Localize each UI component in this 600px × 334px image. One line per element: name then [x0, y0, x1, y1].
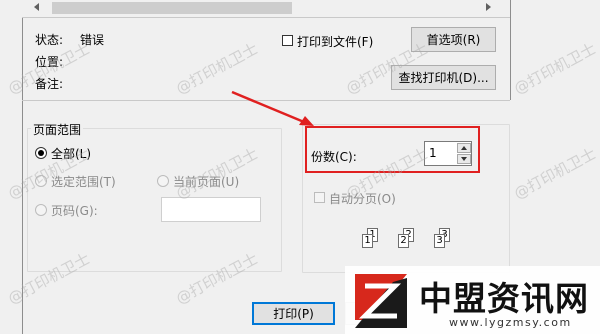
preferences-button-label: 首选项(R) [426, 33, 481, 47]
logo-name: 中盟资讯网 [419, 279, 589, 318]
collate-page-front: 3 [434, 234, 445, 248]
scroll-left-icon[interactable] [34, 3, 39, 11]
printer-list-scrollbar[interactable] [22, 0, 510, 18]
find-printer-button-label: 查找打印机(D)... [398, 71, 489, 85]
status-label: 状态: [35, 33, 64, 47]
site-logo: 中盟资讯网 www.lygzmsy.com [345, 266, 600, 334]
pages-input[interactable] [161, 197, 261, 222]
print-button-label: 打印(P) [273, 307, 314, 321]
red-arrow-icon [231, 90, 314, 126]
print-to-file-label[interactable]: 打印到文件(F) [297, 33, 373, 50]
collate-page-front: 2 [398, 234, 409, 248]
collate-page-front: 1 [362, 234, 373, 248]
page-range-legend: 页面范围 [31, 121, 84, 138]
scroll-right-icon[interactable] [486, 3, 491, 11]
current-page-radio[interactable] [157, 175, 169, 187]
pages-radio[interactable] [35, 204, 47, 216]
all-pages-radio[interactable] [35, 147, 47, 159]
collate-checkbox[interactable] [314, 192, 325, 203]
window-right-border-top [510, 0, 511, 100]
print-button[interactable]: 打印(P) [252, 302, 335, 325]
watermark-text: @打印机卫士 [510, 39, 599, 98]
collate-illustration: 1 1 2 2 3 3 [355, 226, 465, 252]
pages-label[interactable]: 页码(G): [51, 202, 98, 219]
watermark-text: @打印机卫士 [510, 144, 599, 203]
logo-url: www.lygzmsy.com [449, 316, 572, 329]
logo-emblem-icon [355, 274, 407, 328]
print-to-file-checkbox[interactable] [282, 35, 293, 46]
radio-selected-dot [38, 150, 44, 156]
scrollbar-thumb[interactable] [52, 2, 292, 14]
